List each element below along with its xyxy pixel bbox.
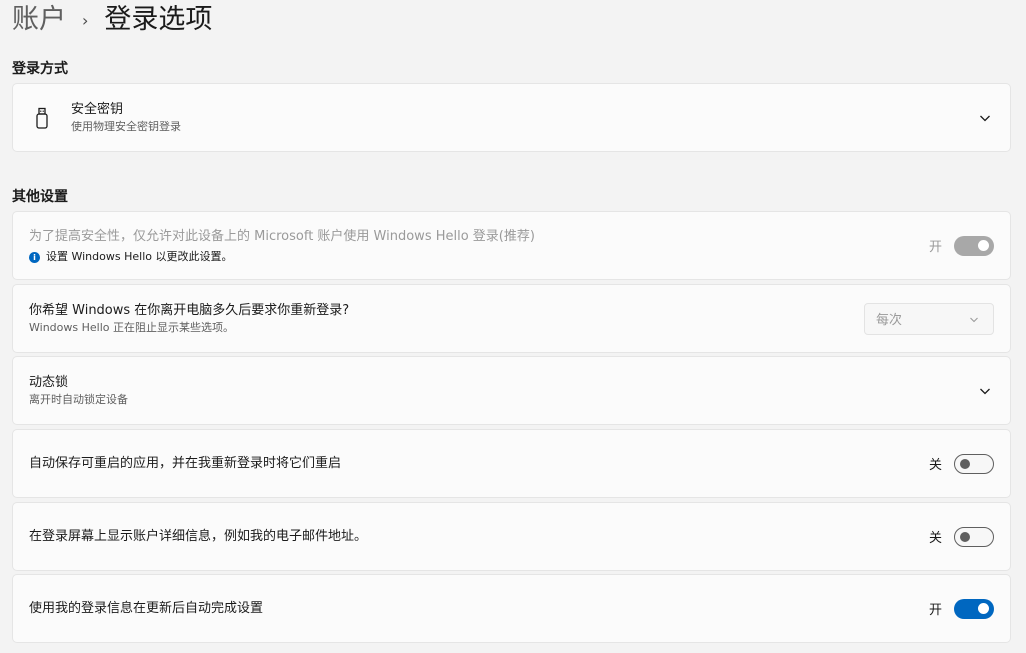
security-key-text: 安全密钥 使用物理安全密钥登录 bbox=[71, 101, 181, 135]
hello-only-toggle bbox=[954, 235, 994, 256]
show-account-card: 在登录屏幕上显示账户详细信息，例如我的电子邮件地址。 关 bbox=[12, 502, 1011, 571]
settings-page: 账户 › 登录选项 登录方式 安全密钥 使用物理安全密钥登录 其他设置 为了提高… bbox=[0, 0, 1026, 653]
dynamic-lock-text: 动态锁 离开时自动锁定设备 bbox=[29, 374, 128, 408]
hello-only-card: 为了提高安全性，仅允许对此设备上的 Microsoft 账户使用 Windows… bbox=[12, 211, 1011, 280]
security-key-title: 安全密钥 bbox=[71, 102, 124, 117]
restart-apps-toggle-wrap: 关 bbox=[928, 453, 994, 474]
show-account-text: 在登录屏幕上显示账户详细信息，例如我的电子邮件地址。 bbox=[29, 528, 367, 546]
section-title-other-settings: 其他设置 bbox=[12, 189, 68, 205]
dynamic-lock-card[interactable]: 动态锁 离开时自动锁定设备 bbox=[12, 356, 1011, 425]
breadcrumb-separator: › bbox=[82, 11, 89, 30]
toggle-knob bbox=[960, 531, 970, 542]
security-key-card[interactable]: 安全密钥 使用物理安全密钥登录 bbox=[12, 83, 1011, 152]
restart-apps-card: 自动保存可重启的应用，并在我重新登录时将它们重启 关 bbox=[12, 429, 1011, 498]
restart-apps-title: 自动保存可重启的应用，并在我重新登录时将它们重启 bbox=[29, 456, 342, 471]
chevron-down-icon[interactable] bbox=[978, 111, 992, 125]
hello-only-info: i 设置 Windows Hello 以更改此设置。 bbox=[29, 249, 535, 265]
hello-only-toggle-wrap: 开 bbox=[928, 235, 994, 256]
chevron-down-icon[interactable] bbox=[978, 384, 992, 398]
auto-finish-state-label: 开 bbox=[928, 603, 942, 618]
auto-finish-card: 使用我的登录信息在更新后自动完成设置 开 bbox=[12, 574, 1011, 643]
chevron-down-icon bbox=[970, 317, 978, 322]
require-signin-subtitle: Windows Hello 正在阻止显示某些选项。 bbox=[29, 321, 234, 334]
toggle-knob bbox=[960, 458, 970, 469]
show-account-toggle-wrap: 关 bbox=[928, 526, 994, 547]
restart-apps-state-label: 关 bbox=[928, 458, 942, 473]
require-signin-selected: 每次 bbox=[876, 313, 903, 328]
require-signin-card: 你希望 Windows 在你离开电脑多久后要求你重新登录? Windows He… bbox=[12, 284, 1011, 353]
toggle-knob bbox=[978, 240, 989, 251]
auto-finish-text: 使用我的登录信息在更新后自动完成设置 bbox=[29, 600, 263, 618]
show-account-state-label: 关 bbox=[928, 531, 942, 546]
dynamic-lock-subtitle: 离开时自动锁定设备 bbox=[29, 393, 128, 406]
require-signin-select[interactable]: 每次 bbox=[864, 302, 994, 335]
require-signin-text: 你希望 Windows 在你离开电脑多久后要求你重新登录? Windows He… bbox=[29, 302, 349, 336]
restart-apps-toggle[interactable] bbox=[954, 453, 994, 474]
hello-only-info-text[interactable]: 设置 Windows Hello 以更改此设置。 bbox=[46, 249, 232, 265]
usb-key-icon bbox=[36, 107, 48, 129]
auto-finish-toggle-wrap: 开 bbox=[928, 598, 994, 619]
hello-only-text: 为了提高安全性，仅允许对此设备上的 Microsoft 账户使用 Windows… bbox=[29, 228, 535, 265]
auto-finish-title: 使用我的登录信息在更新后自动完成设置 bbox=[29, 601, 264, 616]
restart-apps-text: 自动保存可重启的应用，并在我重新登录时将它们重启 bbox=[29, 455, 341, 473]
show-account-toggle[interactable] bbox=[954, 526, 994, 547]
security-key-subtitle: 使用物理安全密钥登录 bbox=[71, 120, 181, 133]
require-signin-title: 你希望 Windows 在你离开电脑多久后要求你重新登录? bbox=[29, 303, 350, 318]
hello-only-state-label: 开 bbox=[928, 240, 942, 255]
auto-finish-toggle[interactable] bbox=[954, 598, 994, 619]
dynamic-lock-title: 动态锁 bbox=[29, 375, 69, 390]
toggle-knob bbox=[978, 603, 989, 614]
info-icon: i bbox=[29, 251, 40, 263]
hello-only-title: 为了提高安全性，仅允许对此设备上的 Microsoft 账户使用 Windows… bbox=[29, 229, 535, 244]
breadcrumb-accounts-link[interactable]: 账户 bbox=[12, 2, 66, 38]
section-title-signin-methods: 登录方式 bbox=[12, 61, 68, 77]
show-account-title: 在登录屏幕上显示账户详细信息，例如我的电子邮件地址。 bbox=[29, 529, 368, 544]
breadcrumb: 账户 › 登录选项 bbox=[12, 2, 212, 38]
page-title: 登录选项 bbox=[104, 4, 213, 35]
